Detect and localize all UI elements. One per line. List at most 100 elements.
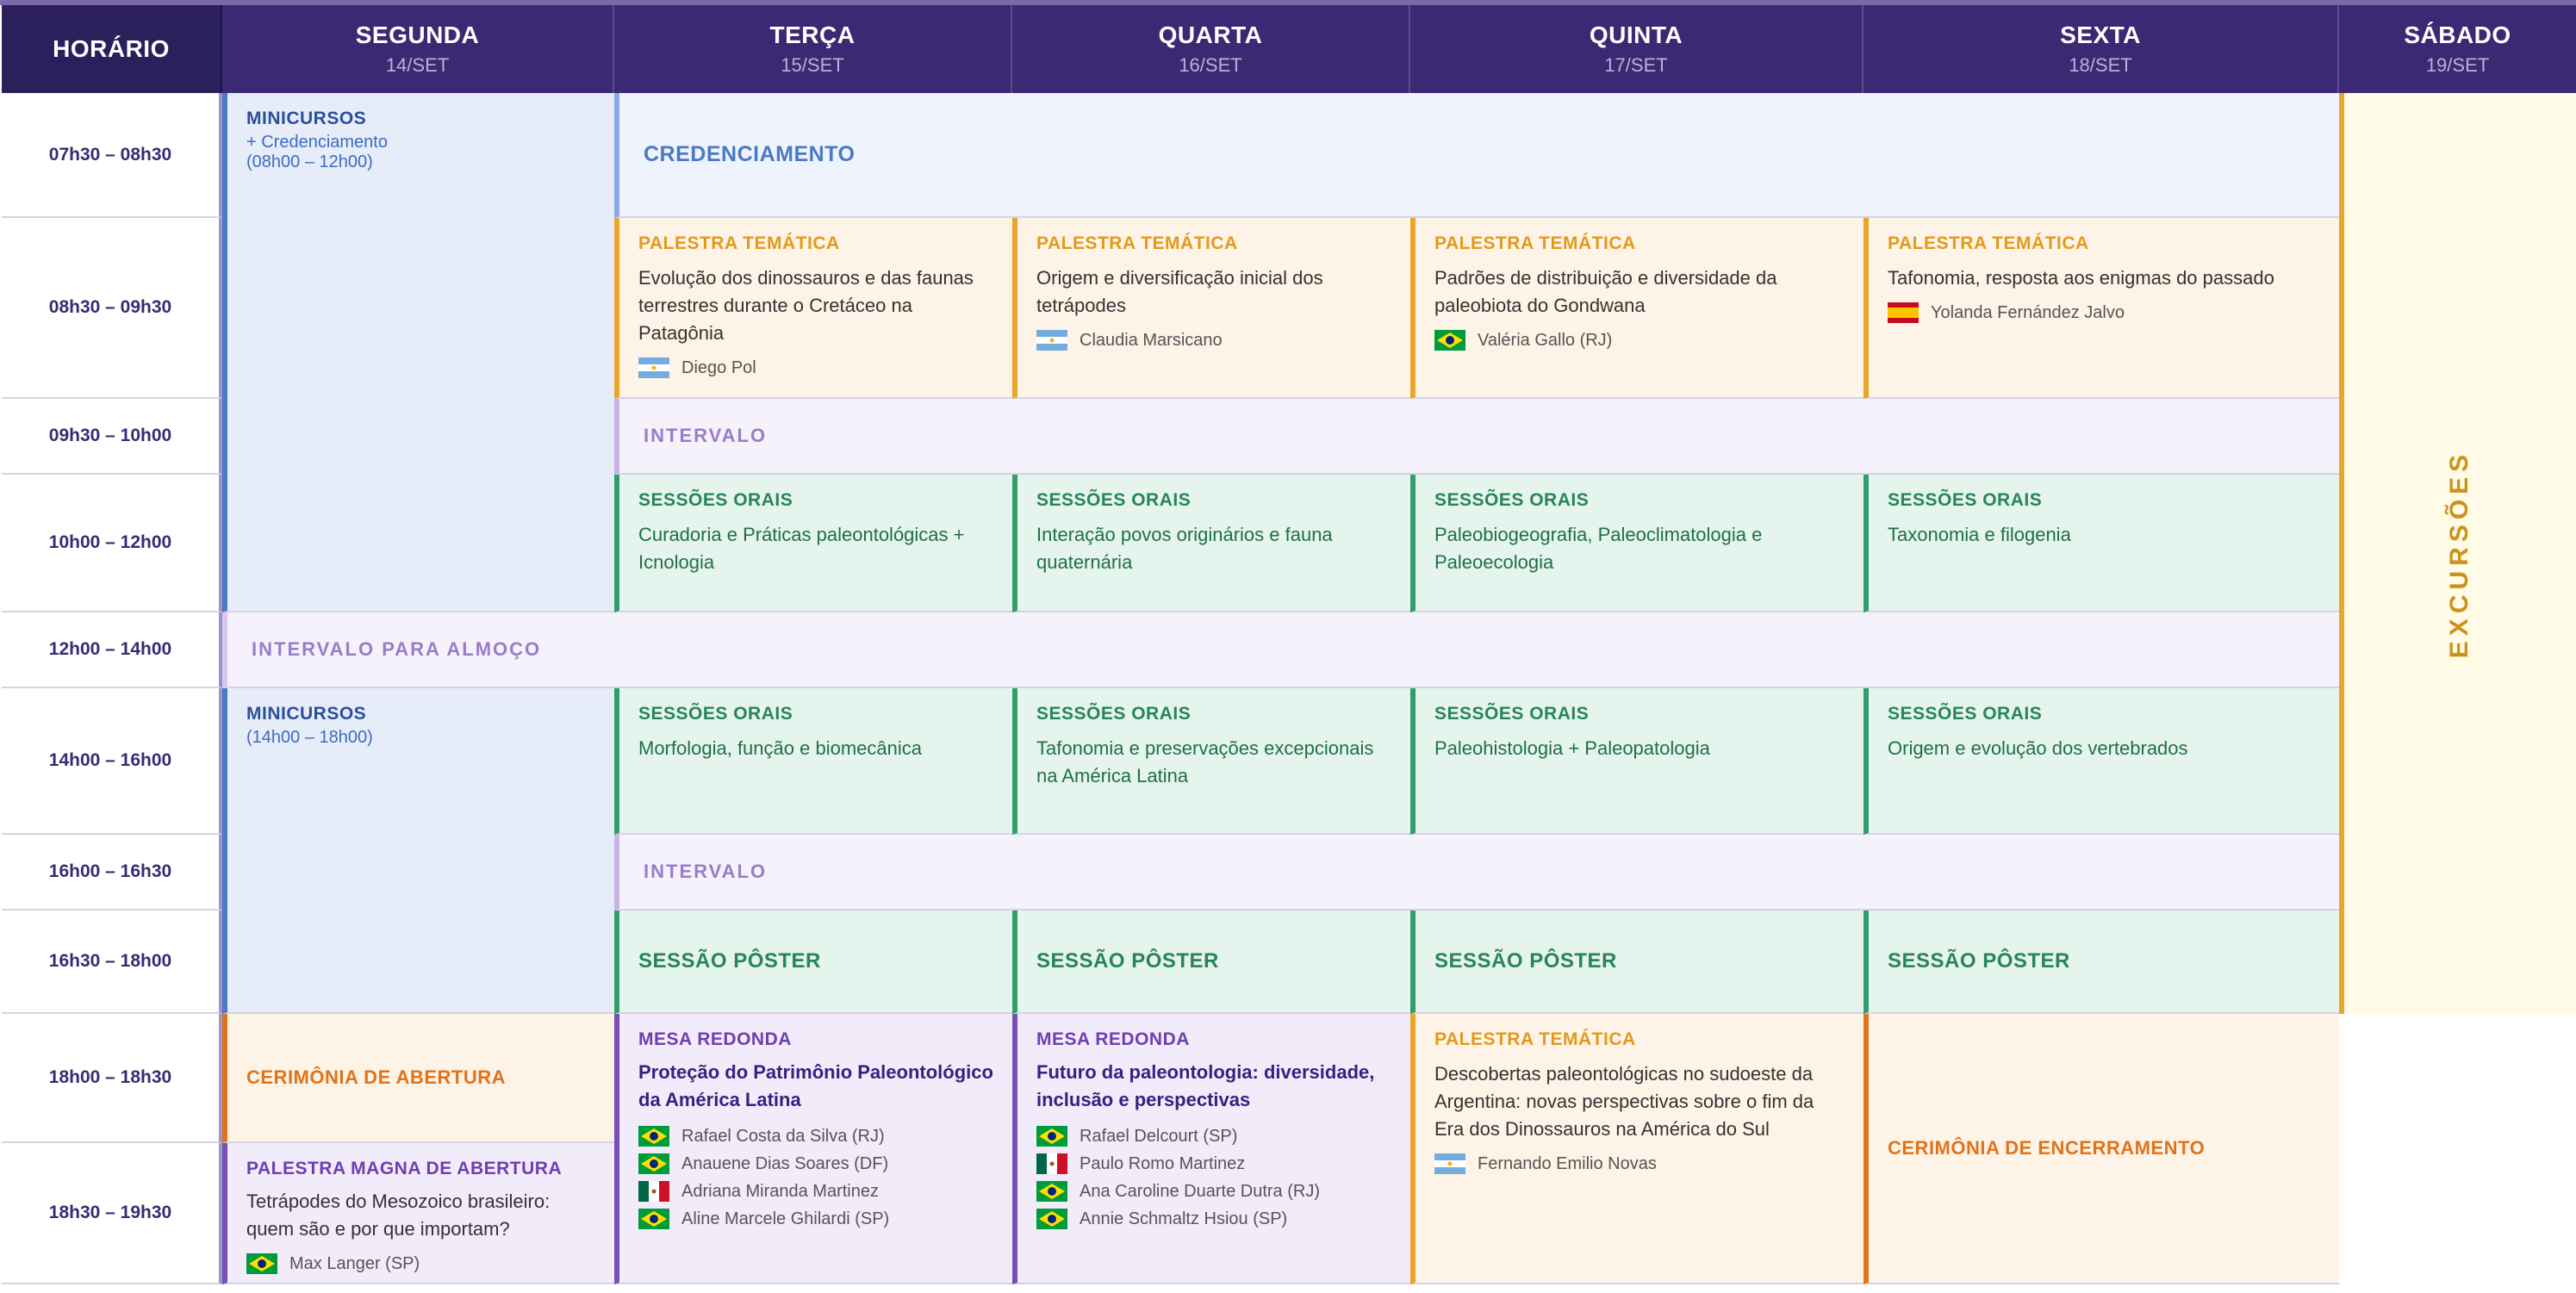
header-horario-label: HORÁRIO (53, 35, 170, 62)
almoco-label: INTERVALO PARA ALMOÇO (252, 638, 542, 660)
brazil-flag-icon (1036, 1209, 1067, 1229)
speaker: Valéria Gallo (RJ) (1434, 330, 1845, 351)
header-day-sabado: SÁBADO 19/SET (2339, 5, 2576, 93)
palestra-title: Evolução dos dinossauros e das faunas te… (638, 267, 974, 344)
excursoes-block: EXCURSÕES (2339, 93, 2576, 1014)
time-slot: 14h00 – 16h00 (2, 688, 222, 835)
argentina-flag-icon (638, 357, 669, 378)
sessao-poster-card: SESSÃO PÔSTER (1012, 911, 1410, 1014)
panelist: Adriana Miranda Martinez (638, 1181, 993, 1202)
day-name: SEGUNDA (355, 22, 480, 48)
day-name: SEXTA (2060, 22, 2141, 48)
sessoes-label: SESSÕES ORAIS (1036, 704, 1192, 724)
header-day-quarta: QUARTA 16/SET (1012, 5, 1410, 93)
sessoes-label: SESSÕES ORAIS (1036, 490, 1192, 510)
sessoes-orais-card: SESSÕES ORAIS Paleobiogeografia, Paleocl… (1410, 475, 1864, 612)
mesa-title: Futuro da paleontologia: diversidade, in… (1036, 1061, 1375, 1110)
minicursos-afternoon-block: MINICURSOS (14h00 – 18h00) (222, 688, 614, 1014)
mesa-label: MESA REDONDA (1036, 1029, 1190, 1049)
day-name: SÁBADO (2404, 22, 2511, 48)
panelist: Anauene Dias Soares (DF) (638, 1153, 993, 1174)
sessoes-orais-card: SESSÕES ORAIS Interação povos originário… (1012, 475, 1410, 612)
sessao-poster-card: SESSÃO PÔSTER (1410, 911, 1864, 1014)
header-day-terca: TERÇA 15/SET (614, 5, 1012, 93)
day-date: 14/SET (385, 54, 450, 76)
mexico-flag-icon (1036, 1153, 1067, 1174)
panelist-name: Paulo Romo Martinez (1080, 1153, 1246, 1173)
sessoes-orais-card: SESSÕES ORAIS Curadoria e Práticas paleo… (614, 475, 1012, 612)
sessoes-title: Paleobiogeografia, Paleoclimatologia e P… (1434, 524, 1763, 573)
sessoes-title: Taxonomia e filogenia (1888, 524, 2071, 545)
brazil-flag-icon (1036, 1126, 1067, 1147)
sessoes-label: SESSÕES ORAIS (1434, 490, 1590, 510)
poster-label: SESSÃO PÔSTER (1434, 949, 1617, 973)
mesa-redonda-card: MESA REDONDA Proteção do Patrimônio Pale… (614, 1014, 1012, 1284)
minicursos-time: (08h00 – 12h00) (246, 152, 373, 171)
palestra-label: PALESTRA TEMÁTICA (1434, 233, 1636, 253)
palestra-tematica-card: PALESTRA TEMÁTICA Evolução dos dinossaur… (614, 218, 1012, 399)
sessoes-label: SESSÕES ORAIS (1888, 704, 2043, 724)
day-date: 18/SET (2069, 54, 2132, 76)
cerimonia-abertura-label: CERIMÔNIA DE ABERTURA (246, 1066, 506, 1088)
brazil-flag-icon (1036, 1181, 1067, 1202)
speaker: Fernando Emilio Novas (1434, 1153, 1845, 1174)
minicursos-label: MINICURSOS (246, 704, 367, 724)
sessoes-title: Origem e evolução dos vertebrados (1888, 737, 2188, 759)
sabado-empty (2339, 1014, 2576, 1284)
time-slot: 09h30 – 10h00 (2, 399, 222, 475)
palestra-tematica-card: PALESTRA TEMÁTICA Descobertas paleontoló… (1410, 1014, 1864, 1284)
time-slot: 12h00 – 14h00 (2, 612, 222, 688)
intervalo-block: INTERVALO (614, 835, 2339, 911)
minicursos-morning-block: MINICURSOS + Credenciamento (08h00 – 12h… (222, 93, 614, 612)
sessao-poster-card: SESSÃO PÔSTER (1864, 911, 2339, 1014)
poster-label: SESSÃO PÔSTER (1888, 949, 2070, 973)
minicursos-label: MINICURSOS (246, 109, 367, 128)
palestra-tematica-card: PALESTRA TEMÁTICA Padrões de distribuiçã… (1410, 218, 1864, 399)
mesa-redonda-card: MESA REDONDA Futuro da paleontologia: di… (1012, 1014, 1410, 1284)
palestra-tematica-card: PALESTRA TEMÁTICA Tafonomia, resposta ao… (1864, 218, 2339, 399)
time-slot: 08h30 – 09h30 (2, 218, 222, 399)
day-date: 16/SET (1179, 54, 1242, 76)
sessao-poster-card: SESSÃO PÔSTER (614, 911, 1012, 1014)
sessoes-title: Tafonomia e preservações excepcionais na… (1036, 737, 1374, 786)
palestra-title: Padrões de distribuição e diversidade da… (1434, 267, 1777, 316)
speaker-name: Diego Pol (681, 357, 756, 377)
sessoes-title: Paleohistologia + Paleopatologia (1434, 737, 1710, 759)
minicursos-time: (14h00 – 18h00) (246, 728, 373, 747)
panelist: Paulo Romo Martinez (1036, 1153, 1391, 1174)
sessoes-title: Interação povos originários e fauna quat… (1036, 524, 1333, 573)
argentina-flag-icon (1036, 330, 1067, 351)
minicursos-sub: + Credenciamento (246, 133, 388, 152)
speaker: Max Langer (SP) (246, 1253, 595, 1274)
mesa-title: Proteção do Patrimônio Paleontológico da… (638, 1061, 993, 1110)
sessoes-title: Morfologia, função e biomecânica (638, 737, 922, 759)
palestra-title: Origem e diversificação inicial dos tetr… (1036, 267, 1323, 316)
header-day-sexta: SEXTA 18/SET (1864, 5, 2339, 93)
sessoes-title: Curadoria e Práticas paleontológicas + I… (638, 524, 965, 573)
sessoes-orais-card: SESSÕES ORAIS Morfologia, função e biome… (614, 688, 1012, 835)
almoco-block: INTERVALO PARA ALMOÇO (222, 612, 2339, 688)
credenciamento-label: CREDENCIAMENTO (644, 142, 856, 166)
cerimonia-encerramento-label: CERIMÔNIA DE ENCERRAMENTO (1888, 1137, 2206, 1159)
sessoes-label: SESSÕES ORAIS (638, 490, 793, 510)
time-slot: 16h00 – 16h30 (2, 835, 222, 911)
sessoes-orais-card: SESSÕES ORAIS Origem e evolução dos vert… (1864, 688, 2339, 835)
mesa-label: MESA REDONDA (638, 1029, 792, 1049)
speaker-name: Yolanda Fernández Jalvo (1931, 302, 2125, 322)
intervalo-label: INTERVALO (644, 425, 768, 446)
palestra-label: PALESTRA TEMÁTICA (1888, 233, 2089, 253)
sessoes-label: SESSÕES ORAIS (638, 704, 793, 724)
time-slot: 10h00 – 12h00 (2, 475, 222, 612)
speaker: Yolanda Fernández Jalvo (1888, 302, 2320, 323)
time-slot: 18h30 – 19h30 (2, 1143, 222, 1284)
sessoes-orais-card: SESSÕES ORAIS Taxonomia e filogenia (1864, 475, 2339, 612)
poster-label: SESSÃO PÔSTER (638, 949, 821, 973)
day-name: QUINTA (1589, 22, 1683, 48)
brazil-flag-icon (638, 1126, 669, 1147)
brazil-flag-icon (638, 1153, 669, 1174)
credenciamento-block: CREDENCIAMENTO (614, 93, 2339, 218)
palestra-label: PALESTRA TEMÁTICA (1434, 1029, 1636, 1049)
panelist: Aline Marcele Ghilardi (SP) (638, 1209, 993, 1229)
palestra-title: Tafonomia, resposta aos enigmas do passa… (1888, 267, 2274, 289)
speaker-name: Valéria Gallo (RJ) (1478, 330, 1613, 350)
